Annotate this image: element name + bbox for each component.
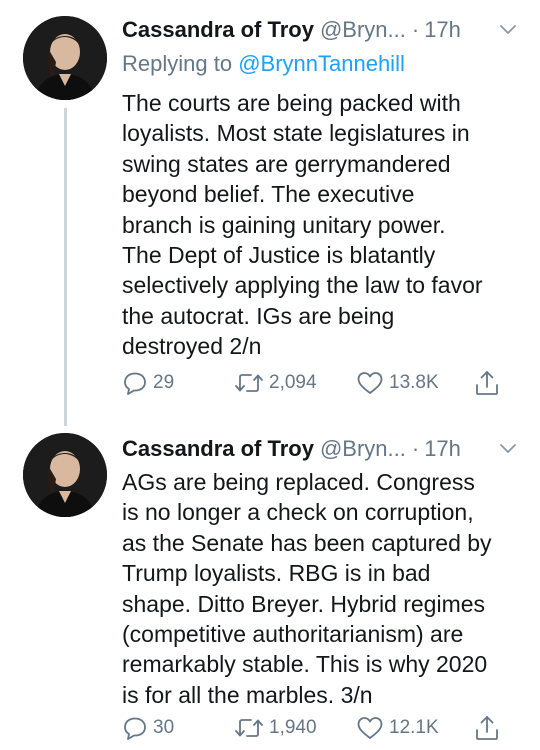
display-name[interactable]: Cassandra of Troy — [122, 436, 314, 462]
tweet-header: Cassandra of Troy @Bryn... · 17h — [122, 12, 520, 48]
tweet-text-line: as the Senate has been captured by — [122, 529, 492, 556]
avatar-image — [23, 433, 107, 517]
like-button[interactable]: 12.1K — [356, 713, 439, 743]
share-icon — [476, 371, 498, 395]
share-button[interactable] — [474, 368, 500, 398]
tweet-text-line: AGs are being replaced. Congress — [122, 469, 475, 495]
tweet[interactable]: Cassandra of Troy @Bryn... · 17h AGs are… — [0, 418, 540, 750]
tweet-text-line: The Dept of Justice is blatantly — [122, 242, 436, 269]
replying-to-label: Replying to — [122, 51, 233, 76]
tweet-actions: 30 1,940 12.1K — [122, 713, 522, 743]
chevron-down-icon[interactable] — [496, 18, 520, 42]
tweet-text-line: the autocrat. IGs are being — [122, 302, 395, 329]
tweet-text-line: selectively applying the law to favor — [122, 272, 483, 299]
tweet-content: Cassandra of Troy @Bryn... · 17h AGs are… — [122, 431, 520, 710]
tweet-text-line: remarkably stable. This is why 2020 — [122, 651, 488, 678]
like-count: 12.1K — [389, 717, 439, 738]
tweet-text-line: (competitive authoritarianism) are — [122, 621, 464, 648]
separator-dot: · — [411, 436, 420, 461]
thread-line — [64, 108, 67, 426]
tweet-text-line: loyalists. Most state legislatures in — [122, 120, 470, 147]
timestamp[interactable]: 17h — [424, 17, 461, 43]
user-handle[interactable]: @Bryn... — [320, 17, 406, 43]
retweet-button[interactable]: 1,940 — [234, 713, 317, 743]
tweet-text-line: destroyed 2/n — [122, 333, 262, 360]
tweet[interactable]: Cassandra of Troy @Bryn... · 17h Replyin… — [0, 0, 540, 426]
retweet-icon — [235, 719, 263, 737]
reply-count: 29 — [153, 372, 175, 393]
tweet-text: AGs are being replaced. Congress is no l… — [122, 467, 520, 710]
like-button[interactable]: 13.8K — [356, 368, 439, 398]
tweet-text-line: branch is gaining unitary power. — [122, 211, 446, 238]
heart-icon — [357, 372, 383, 394]
tweet-actions: 29 2,094 13.8K — [122, 368, 522, 398]
avatar-image — [23, 16, 107, 100]
reply-mention-link[interactable]: @BrynnTannehill — [238, 51, 405, 76]
avatar[interactable] — [23, 433, 107, 517]
tweet-content: Cassandra of Troy @Bryn... · 17h Replyin… — [122, 12, 520, 362]
chevron-down-icon[interactable] — [496, 437, 520, 461]
retweet-count: 1,940 — [269, 717, 317, 738]
separator-dot: · — [411, 17, 420, 42]
reply-button[interactable]: 29 — [122, 368, 174, 398]
display-name[interactable]: Cassandra of Troy — [122, 17, 314, 43]
tweet-text-line: beyond belief. The executive — [122, 181, 415, 208]
retweet-icon — [235, 374, 263, 392]
tweet-text-line: is no longer a check on corruption, — [122, 499, 474, 526]
avatar[interactable] — [23, 16, 107, 100]
tweet-text-line: swing states are gerrymandered — [122, 150, 451, 177]
like-count: 13.8K — [389, 372, 439, 393]
user-handle[interactable]: @Bryn... — [320, 436, 406, 462]
tweet-text-line: Trump loyalists. RBG is in bad — [122, 560, 431, 587]
reply-icon — [124, 372, 146, 395]
reply-icon — [124, 717, 146, 740]
replying-to: Replying to @BrynnTannehill — [122, 48, 520, 80]
tweet-text: The courts are being packed with loyalis… — [122, 88, 520, 362]
timestamp[interactable]: 17h — [424, 436, 461, 462]
retweet-button[interactable]: 2,094 — [234, 368, 317, 398]
retweet-count: 2,094 — [269, 372, 317, 393]
share-button[interactable] — [474, 713, 500, 743]
reply-button[interactable]: 30 — [122, 713, 174, 743]
reply-count: 30 — [153, 717, 175, 738]
tweet-text-line: shape. Ditto Breyer. Hybrid regimes — [122, 590, 486, 617]
tweet-text-line: is for all the marbles. 3/n — [122, 681, 373, 708]
tweet-header: Cassandra of Troy @Bryn... · 17h — [122, 431, 520, 467]
share-icon — [476, 716, 498, 740]
heart-icon — [357, 717, 383, 739]
tweet-text-line: The courts are being packed with — [122, 90, 461, 116]
